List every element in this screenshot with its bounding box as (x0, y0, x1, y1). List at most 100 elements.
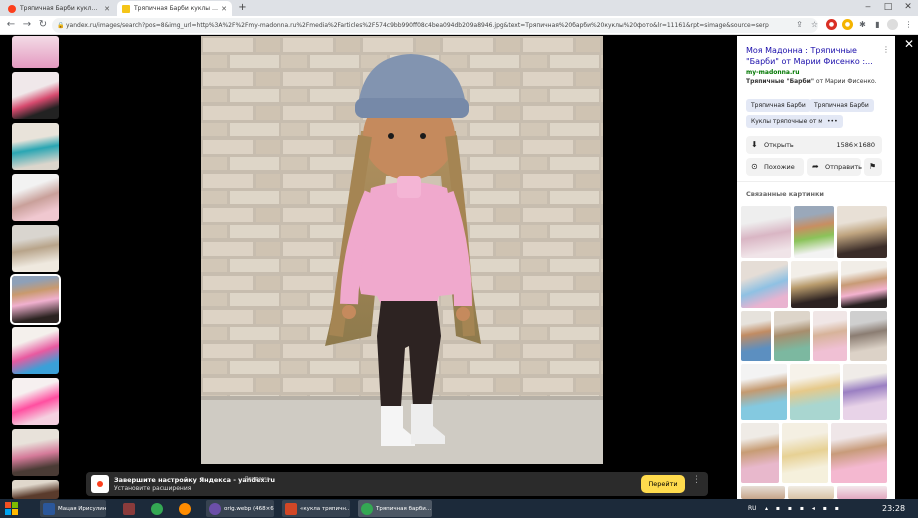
sidepanel-icon[interactable]: ▮ (872, 19, 883, 30)
ad-label: Реклама (245, 476, 270, 482)
tray-icons[interactable]: ▴ ▪ ▪ ▪ ◂ ▪ ▪ (765, 499, 842, 518)
related-image[interactable] (850, 311, 887, 361)
more-options-icon[interactable]: ⋮ (882, 45, 890, 54)
related-image[interactable] (794, 206, 834, 258)
related-image[interactable] (841, 261, 887, 308)
notification-menu-icon[interactable]: ⋮ (692, 475, 701, 485)
related-image[interactable] (741, 311, 771, 361)
close-viewer-icon[interactable]: ✕ (902, 37, 916, 51)
share-label: Отправить (825, 163, 862, 171)
tag-chip[interactable]: Тряпичная Барби (809, 99, 874, 112)
close-window-button[interactable]: ✕ (898, 0, 918, 16)
taskbar-item-app[interactable] (176, 500, 194, 517)
back-icon[interactable]: ← (4, 18, 18, 32)
thumbnail[interactable] (12, 225, 59, 272)
share-button[interactable]: ➦ Отправить (807, 158, 862, 176)
taskbar-label: orig.webp (468×6... (224, 505, 274, 512)
tag-chip[interactable]: Тряпичная Барби (746, 99, 811, 112)
similar-label: Похожие (764, 163, 795, 171)
powerpoint-icon (285, 502, 297, 515)
thumbnail-selected[interactable] (10, 274, 61, 325)
related-image[interactable] (790, 364, 840, 420)
go-button[interactable]: Перейти (641, 475, 685, 493)
taskbar-item-powerpoint[interactable]: «кукла тряпичн... (282, 500, 350, 517)
source-title-link[interactable]: Моя Мадонна : Тряпичные "Барби" от Марии… (746, 45, 884, 67)
profile-avatar[interactable] (887, 19, 898, 30)
related-image[interactable] (741, 486, 785, 499)
reload-icon[interactable]: ↻ (36, 18, 50, 32)
minimize-button[interactable]: ‒ (858, 0, 878, 16)
thumbnail[interactable] (12, 480, 59, 499)
related-image[interactable] (741, 206, 791, 258)
address-bar[interactable]: 🔒 yandex.ru/images/search?pos=8&img_url=… (52, 18, 818, 33)
taskbar-clock[interactable]: 23:28 (882, 499, 905, 518)
extension-icon[interactable]: ● (826, 19, 837, 30)
tab-close-icon[interactable]: ✕ (218, 5, 227, 13)
images-favicon-icon (122, 4, 130, 13)
taskbar-item-chrome[interactable] (148, 500, 166, 517)
image-viewer: Моя Мадонна : Тряпичные "Барби" от Марии… (0, 36, 918, 499)
doll-photo (201, 36, 603, 464)
related-image[interactable] (741, 261, 788, 308)
tab-title: Тряпичная Барби куклы фото : (134, 5, 218, 12)
thumbnail[interactable] (12, 72, 59, 119)
vlc-icon (179, 502, 191, 515)
bookmark-star-icon[interactable]: ☆ (809, 19, 820, 30)
related-image[interactable] (791, 261, 838, 308)
share-page-icon[interactable]: ⇪ (794, 19, 805, 30)
thumbnail-strip[interactable] (0, 36, 70, 499)
related-image[interactable] (741, 364, 787, 420)
maximize-button[interactable]: □ (878, 0, 898, 16)
related-image[interactable] (741, 423, 779, 483)
taskbar-item-chrome-active[interactable]: Тряпичная барби... (358, 500, 432, 517)
related-images-heading: Связанные картинки (746, 190, 824, 198)
new-tab-button[interactable]: + (236, 2, 249, 14)
taskbar-item-app[interactable] (120, 500, 138, 517)
similar-button[interactable]: ⊙ Похожие (746, 158, 804, 176)
related-image[interactable] (843, 364, 887, 420)
related-image[interactable] (837, 206, 887, 258)
related-image[interactable] (831, 423, 887, 483)
extension-icon[interactable]: ● (842, 19, 853, 30)
related-image[interactable] (837, 486, 887, 499)
tag-chip[interactable]: Куклы тряпочные от м (746, 115, 828, 128)
source-description: Тряпичные "Барби" от Марии Фисенко. (746, 78, 877, 85)
tab-inactive[interactable]: Тряпичная Барби куклы фото - ✕ (3, 1, 115, 16)
download-icon: ⬇ (751, 140, 758, 149)
tab-close-icon[interactable]: ✕ (101, 5, 110, 13)
thumbnail[interactable] (12, 327, 59, 374)
extensions-puzzle-icon[interactable]: ✱ (857, 19, 868, 30)
tab-active[interactable]: Тряпичная Барби куклы фото : ✕ (117, 1, 232, 16)
open-image-button[interactable]: ⬇ Открыть 1586×1680 (746, 136, 882, 154)
thumbnail[interactable] (12, 123, 59, 170)
share-arrow-icon: ➦ (812, 162, 819, 171)
related-image[interactable] (813, 311, 847, 361)
notification-subtitle: Установите расширения (114, 485, 192, 492)
main-image[interactable] (201, 36, 603, 464)
language-indicator[interactable]: RU (748, 499, 757, 518)
browser-menu-icon[interactable]: ⋮ (903, 19, 914, 30)
description-bold: Тряпичные "Барби" (746, 78, 815, 85)
camera-search-icon: ⊙ (751, 162, 758, 171)
windows-taskbar: Мацая Ирисулин... orig.webp (468×6... «к… (0, 499, 918, 518)
forward-icon[interactable]: → (20, 18, 34, 32)
bookmark-button[interactable]: ⚑ (864, 158, 882, 176)
windows-start-icon[interactable] (3, 500, 21, 517)
thumbnail[interactable] (12, 378, 59, 425)
tag-more-chip[interactable]: ••• (822, 115, 843, 128)
taskbar-item-word[interactable]: Мацая Ирисулин... (40, 500, 106, 517)
thumbnail[interactable] (12, 174, 59, 221)
thumbnail[interactable] (12, 429, 59, 476)
taskbar-label: Тряпичная барби... (376, 505, 432, 512)
source-domain[interactable]: my-madonna.ru (746, 69, 799, 76)
app-icon (123, 502, 135, 515)
taskbar-item-viewer[interactable]: orig.webp (468×6... (206, 500, 274, 517)
related-image[interactable] (774, 311, 810, 361)
description-rest: от Марии Фисенко. (814, 78, 877, 85)
thumbnail[interactable] (12, 36, 59, 68)
taskbar-label: «кукла тряпичн... (300, 505, 350, 512)
related-image[interactable] (782, 423, 828, 483)
related-image[interactable] (788, 486, 834, 499)
image-info-panel: Моя Мадонна : Тряпичные "Барби" от Марии… (737, 36, 895, 499)
url-text: yandex.ru/images/search?pos=8&img_url=ht… (66, 22, 769, 29)
